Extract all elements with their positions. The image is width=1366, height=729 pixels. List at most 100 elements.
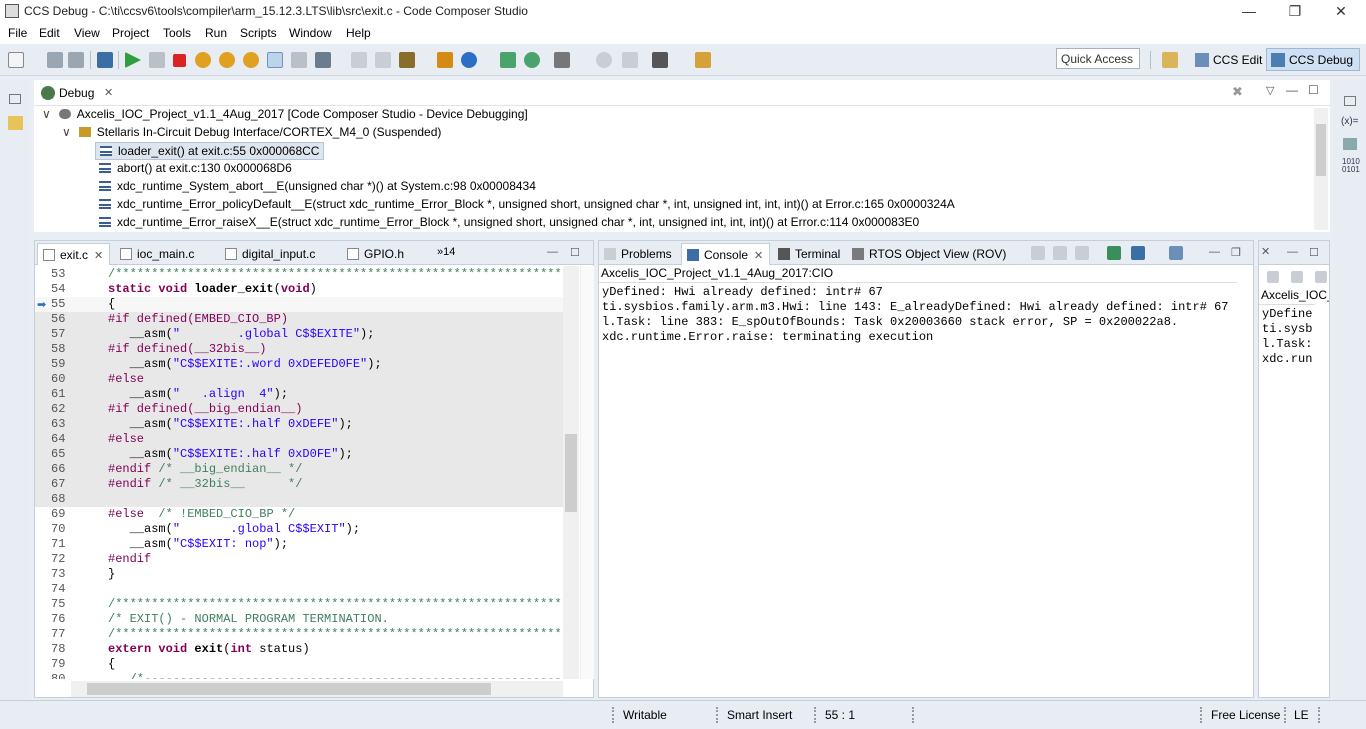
secondary-vertical-scrollbar[interactable] xyxy=(1315,305,1329,679)
reset-icon[interactable] xyxy=(291,52,307,68)
close-tab-icon[interactable]: ✕ xyxy=(1261,245,1270,258)
step-into-icon[interactable] xyxy=(195,52,211,68)
word-wrap-icon[interactable] xyxy=(1075,246,1089,260)
editor-horizontal-scrollbar[interactable] xyxy=(71,681,563,697)
tab-console[interactable]: Console ✕ xyxy=(681,243,771,265)
terminate-icon[interactable] xyxy=(173,54,186,67)
maximize-view-icon[interactable]: ❐ xyxy=(1231,246,1241,259)
save-icon[interactable] xyxy=(47,52,63,68)
scroll-lock-icon[interactable] xyxy=(1053,246,1067,260)
tab-digital-input-c[interactable]: digital_input.c xyxy=(220,243,321,265)
scrollbar-thumb[interactable] xyxy=(565,434,577,512)
menu-file[interactable]: File xyxy=(8,26,27,40)
menu-project[interactable]: Project xyxy=(112,26,149,40)
settings-gear-icon[interactable] xyxy=(652,52,668,68)
stack-frame-row[interactable]: xdc_runtime_Error_policyDefault__E(struc… xyxy=(99,197,955,211)
secondary-horizontal-scrollbar[interactable] xyxy=(1259,681,1315,697)
search-icon[interactable] xyxy=(596,52,612,68)
stack-frame-row[interactable]: xdc_runtime_System_abort__E(unsigned cha… xyxy=(99,179,536,193)
suspend-icon[interactable] xyxy=(149,52,165,68)
console-horizontal-scrollbar[interactable] xyxy=(599,681,1237,697)
open-perspective-icon[interactable] xyxy=(1162,52,1178,68)
expand-icon[interactable]: ∨ xyxy=(62,125,71,139)
debug-vertical-scrollbar[interactable] xyxy=(1314,108,1328,230)
quick-access-input[interactable]: Quick Access xyxy=(1056,48,1140,69)
close-button[interactable]: ✕ xyxy=(1318,0,1364,22)
maximize-view-icon[interactable]: ☐ xyxy=(1309,246,1319,259)
word-wrap-icon[interactable] xyxy=(1315,271,1327,283)
scroll-lock-icon[interactable] xyxy=(1291,271,1303,283)
minimize-view-icon[interactable]: — xyxy=(1286,83,1298,97)
step-return-icon[interactable] xyxy=(243,52,259,68)
instruction-step-icon[interactable] xyxy=(267,52,283,68)
debug-view-icon[interactable] xyxy=(97,52,113,68)
console-output[interactable]: yDefined: Hwi already defined: intr# 67 … xyxy=(599,282,1237,678)
status-license[interactable]: Free License xyxy=(1211,708,1280,722)
clear-console-icon[interactable] xyxy=(1031,246,1045,260)
menu-edit[interactable]: Edit xyxy=(39,26,60,40)
stack-frame-row[interactable]: loader_exit() at exit.c:55 0x000068CC xyxy=(95,142,325,160)
project-explorer-icon[interactable] xyxy=(8,116,23,130)
minimize-button[interactable]: — xyxy=(1226,0,1272,22)
debug-tab-close[interactable]: ✕ xyxy=(104,86,113,99)
expressions-icon[interactable] xyxy=(1343,138,1357,150)
restore-view-icon[interactable] xyxy=(1344,96,1356,106)
tree-row-target[interactable]: ∨ Stellaris In-Circuit Debug Interface/CO… xyxy=(62,125,441,139)
menu-scripts[interactable]: Scripts xyxy=(240,26,277,40)
tab-terminal[interactable]: Terminal xyxy=(773,243,846,265)
pin-console-icon[interactable] xyxy=(1107,246,1121,260)
tab-overflow[interactable]: »14 xyxy=(437,246,455,258)
refresh-icon[interactable] xyxy=(524,52,540,68)
stack-frame-row[interactable]: abort() at exit.c:130 0x000068D6 xyxy=(99,161,292,175)
code-editor[interactable]: 53 /*************************************… xyxy=(35,265,565,679)
restart-icon[interactable] xyxy=(315,52,331,68)
debug-tab-label[interactable]: Debug xyxy=(59,86,94,100)
tab-gpio-h[interactable]: GPIO.h xyxy=(342,243,410,265)
expand-icon[interactable]: ∨ xyxy=(42,107,51,121)
step-over-icon[interactable] xyxy=(219,52,235,68)
debug-launch-icon[interactable] xyxy=(461,52,477,68)
restore-view-icon[interactable] xyxy=(9,94,21,104)
window-icon[interactable] xyxy=(622,52,638,68)
disconnect-icon[interactable] xyxy=(375,52,391,68)
connect-icon[interactable] xyxy=(351,52,367,68)
menu-window[interactable]: Window xyxy=(289,26,332,40)
minimize-view-icon[interactable]: — xyxy=(1287,246,1298,258)
variables-icon[interactable]: (x)= xyxy=(1341,116,1359,127)
minimize-view-icon[interactable]: — xyxy=(547,246,558,258)
pin-icon[interactable] xyxy=(695,52,711,68)
perspective-ccs-debug[interactable]: CCS Debug xyxy=(1266,48,1361,71)
menu-tools[interactable]: Tools xyxy=(163,26,191,40)
tab-rtos-object-view[interactable]: RTOS Object View (ROV) xyxy=(847,243,1012,265)
resume-icon[interactable] xyxy=(125,52,141,68)
build-icon[interactable] xyxy=(437,52,453,68)
clear-console-icon[interactable] xyxy=(1267,271,1279,283)
secondary-console-output[interactable]: yDefine ti.sysb l.Task: xdc.run xyxy=(1259,304,1315,678)
new-icon[interactable] xyxy=(8,52,24,68)
save-all-icon[interactable] xyxy=(68,52,84,68)
perspective-ccs-edit[interactable]: CCS Edit xyxy=(1190,48,1269,71)
menu-run[interactable]: Run xyxy=(205,26,227,40)
tab-exit-c[interactable]: exit.c ✕ xyxy=(37,243,111,265)
memory-icon[interactable]: 1010 0101 xyxy=(1342,158,1360,174)
menu-help[interactable]: Help xyxy=(346,26,371,40)
display-console-icon[interactable] xyxy=(1131,246,1145,260)
remove-terminated-icon[interactable]: ✖ xyxy=(1232,84,1243,100)
view-menu-icon[interactable]: ▽ xyxy=(1266,84,1274,97)
open-console-icon[interactable] xyxy=(1169,246,1183,260)
maximize-view-icon[interactable]: ☐ xyxy=(570,246,580,259)
restore-button[interactable]: ❐ xyxy=(1272,0,1318,22)
load-program-icon[interactable] xyxy=(399,52,415,68)
tree-row-project[interactable]: ∨ Axcelis_IOC_Project_v1.1_4Aug_2017 [Cod… xyxy=(42,107,528,121)
tab-problems[interactable]: Problems xyxy=(599,243,678,265)
close-tab-icon[interactable]: ✕ xyxy=(94,250,103,262)
close-tab-icon[interactable]: ✕ xyxy=(754,250,763,262)
sync-icon[interactable] xyxy=(500,52,516,68)
maximize-view-icon[interactable]: ☐ xyxy=(1308,83,1319,97)
menu-view[interactable]: View xyxy=(74,26,100,40)
editor-vertical-scrollbar[interactable] xyxy=(563,266,579,679)
tools-icon[interactable] xyxy=(554,52,570,68)
scrollbar-thumb[interactable] xyxy=(87,683,491,695)
stack-frame-row[interactable]: xdc_runtime_Error_raiseX__E(struct xdc_r… xyxy=(99,215,919,229)
minimize-view-icon[interactable]: — xyxy=(1209,246,1220,258)
